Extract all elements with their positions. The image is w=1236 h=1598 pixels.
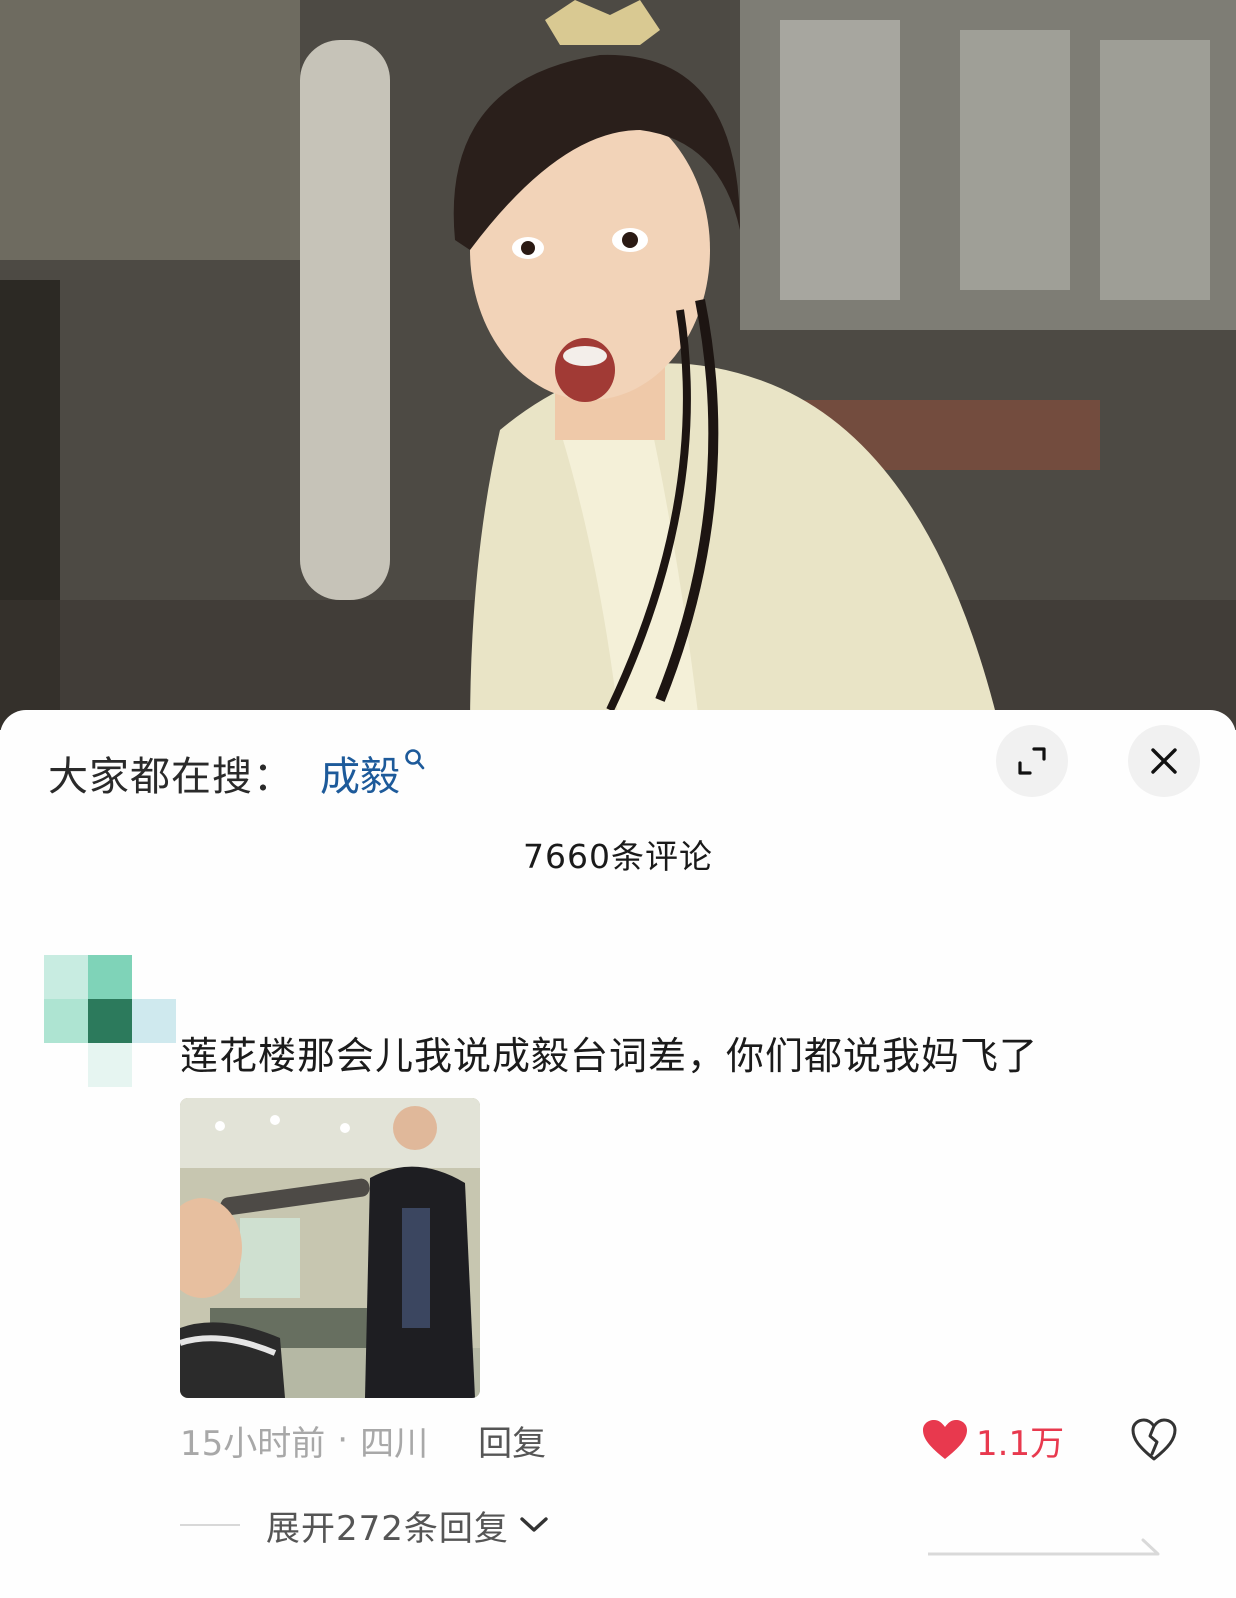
- expand-button[interactable]: [996, 725, 1068, 797]
- close-button[interactable]: [1128, 725, 1200, 797]
- comment-meta: 15小时前 · 四川 回复: [180, 1415, 546, 1465]
- heart-icon: [923, 1420, 967, 1459]
- video-frame[interactable]: [0, 0, 1236, 730]
- comment-sheet: 大家都在搜： 成毅 7660条评论 莲花楼那会儿我说成毅台词差，你们都说我妈飞了…: [0, 710, 1236, 1598]
- hot-search-prefix: 大家都在搜：: [48, 754, 294, 800]
- divider-line: [180, 1524, 240, 1526]
- comment-time: 15小时前: [180, 1423, 326, 1464]
- watermark-logo: [928, 1538, 1160, 1556]
- hot-search-keyword[interactable]: 成毅: [320, 744, 400, 802]
- video-still-image: [0, 0, 1236, 730]
- like-button[interactable]: 1.1万: [922, 1415, 1064, 1465]
- broken-heart-icon: [1131, 1418, 1177, 1461]
- comment-text: 莲花楼那会儿我说成毅台词差，你们都说我妈飞了: [180, 1034, 1039, 1078]
- dislike-button[interactable]: [1130, 1416, 1178, 1464]
- expand-replies-label: 展开272条回复: [266, 1508, 509, 1549]
- close-icon: [1151, 748, 1177, 774]
- search-icon[interactable]: [404, 748, 426, 776]
- chevron-down-icon: [520, 1517, 548, 1532]
- comment-count: 7660条评论: [523, 837, 713, 876]
- comment-location: 四川: [360, 1423, 429, 1464]
- like-count: 1.1万: [976, 1423, 1065, 1464]
- expand-icon: [1018, 747, 1046, 775]
- expand-replies-button[interactable]: 展开272条回复: [180, 1500, 549, 1550]
- hot-search-row: 大家都在搜： 成毅: [48, 748, 426, 800]
- comment-image[interactable]: [180, 1098, 480, 1398]
- reply-button[interactable]: 回复: [478, 1416, 546, 1465]
- meta-separator: ·: [337, 1420, 349, 1460]
- avatar[interactable]: [44, 955, 180, 1091]
